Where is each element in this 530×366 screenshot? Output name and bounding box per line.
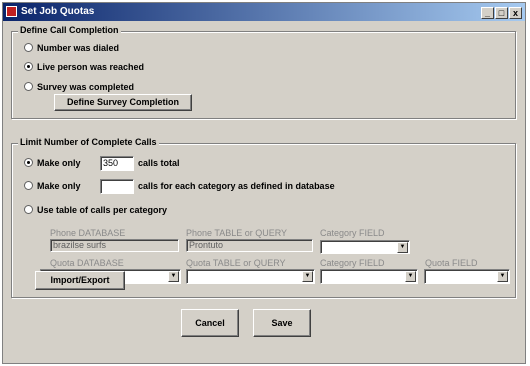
radio-button-selected-icon[interactable]: [24, 158, 33, 168]
define-call-completion-group: Define Call Completion Number was dialed…: [11, 25, 516, 119]
cancel-button[interactable]: Cancel: [181, 309, 239, 337]
radio-button-icon[interactable]: [24, 82, 33, 92]
chevron-down-icon[interactable]: ▼: [497, 271, 508, 282]
save-button[interactable]: Save: [253, 309, 311, 337]
quota-field-select[interactable]: ▼: [424, 269, 510, 284]
define-call-completion-legend: Define Call Completion: [18, 25, 121, 35]
radio-live-person[interactable]: Live person was reached: [24, 61, 144, 73]
phone-table-field[interactable]: Prontuto: [186, 239, 313, 252]
import-export-button[interactable]: Import/Export: [35, 271, 125, 290]
category-field-select-1[interactable]: ▼: [320, 240, 410, 254]
window-title: Set Job Quotas: [21, 6, 95, 17]
radio-number-dialed-label: Number was dialed: [37, 43, 120, 53]
radio-button-icon[interactable]: [24, 205, 33, 215]
radio-survey-completed-label: Survey was completed: [37, 82, 135, 92]
maximize-button[interactable]: □: [495, 7, 508, 19]
radio-button-icon[interactable]: [24, 43, 33, 53]
chevron-down-icon[interactable]: ▼: [397, 242, 408, 253]
radio-use-table[interactable]: Use table of calls per category: [24, 204, 167, 216]
define-survey-completion-button[interactable]: Define Survey Completion: [54, 94, 192, 111]
radio-survey-completed[interactable]: Survey was completed: [24, 81, 134, 93]
chevron-down-icon[interactable]: ▼: [405, 271, 416, 282]
quota-field-label: Quota FIELD: [425, 258, 478, 268]
calls-total-input[interactable]: 350: [100, 156, 134, 171]
phone-database-label: Phone DATABASE: [50, 228, 126, 238]
close-button[interactable]: x: [509, 7, 522, 19]
app-icon: [6, 6, 17, 17]
window-controls: _ □ x: [480, 5, 522, 23]
quota-database-label: Quota DATABASE: [50, 258, 124, 268]
make-only-label-2: Make only: [37, 181, 81, 191]
category-field-select-2[interactable]: ▼: [320, 269, 418, 284]
radio-button-icon[interactable]: [24, 181, 33, 191]
set-job-quotas-window: Set Job Quotas _ □ x Define Call Completio…: [2, 2, 526, 364]
radio-make-only-per-category[interactable]: Make only: [24, 180, 81, 192]
phone-table-label: Phone TABLE or QUERY: [186, 228, 288, 238]
calls-total-label: calls total: [138, 158, 180, 168]
calls-per-category-label: calls for each category as defined in da…: [138, 181, 335, 191]
phone-database-field[interactable]: brazilse surfs: [50, 239, 179, 252]
chevron-down-icon[interactable]: ▼: [168, 271, 179, 282]
radio-button-selected-icon[interactable]: [24, 62, 33, 72]
radio-live-person-label: Live person was reached: [37, 62, 145, 72]
chevron-down-icon[interactable]: ▼: [302, 271, 313, 282]
category-field-label-1: Category FIELD: [320, 228, 385, 238]
category-field-label-2: Category FIELD: [320, 258, 385, 268]
quota-table-select[interactable]: ▼: [186, 269, 315, 284]
radio-make-only-total[interactable]: Make only: [24, 157, 81, 169]
calls-per-category-input[interactable]: [100, 179, 134, 194]
radio-number-dialed[interactable]: Number was dialed: [24, 42, 119, 54]
title-bar[interactable]: Set Job Quotas _ □ x: [3, 3, 525, 21]
quota-table-label: Quota TABLE or QUERY: [186, 258, 286, 268]
use-table-label: Use table of calls per category: [37, 205, 168, 215]
minimize-button[interactable]: _: [481, 7, 494, 19]
make-only-label: Make only: [37, 158, 81, 168]
limit-complete-calls-legend: Limit Number of Complete Calls: [18, 137, 159, 147]
